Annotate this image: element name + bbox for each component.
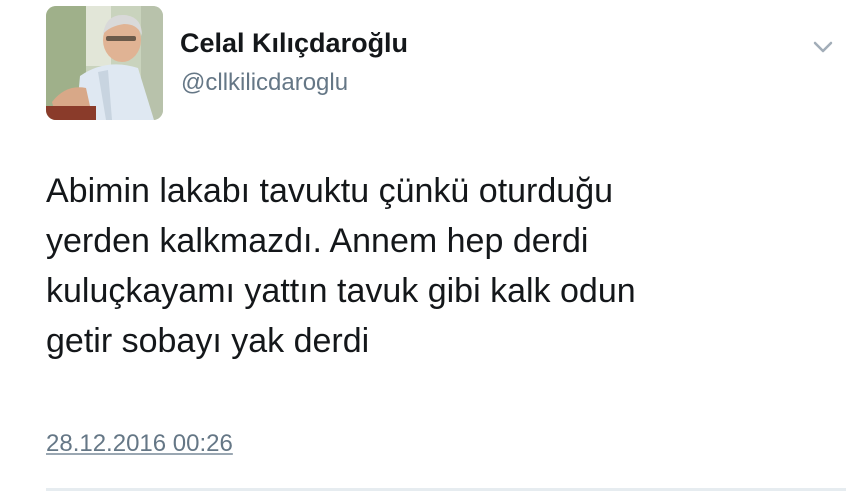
avatar[interactable]: [46, 6, 163, 120]
tweet-menu-button[interactable]: [808, 34, 838, 60]
chevron-down-icon: [813, 41, 833, 53]
tweet-timestamp[interactable]: 28.12.2016 00:26: [46, 430, 233, 458]
divider: [46, 488, 846, 491]
tweet-card: Celal Kılıçdaroğlu @cllkilicdaroglu Abim…: [0, 0, 866, 494]
tweet-text: Abimin lakabı tavuktu çünkü oturduğu yer…: [46, 172, 636, 360]
author-handle[interactable]: @cllkilicdaroglu: [181, 69, 348, 97]
profile-photo-icon: [46, 6, 163, 120]
author-display-name[interactable]: Celal Kılıçdaroğlu: [180, 28, 408, 59]
